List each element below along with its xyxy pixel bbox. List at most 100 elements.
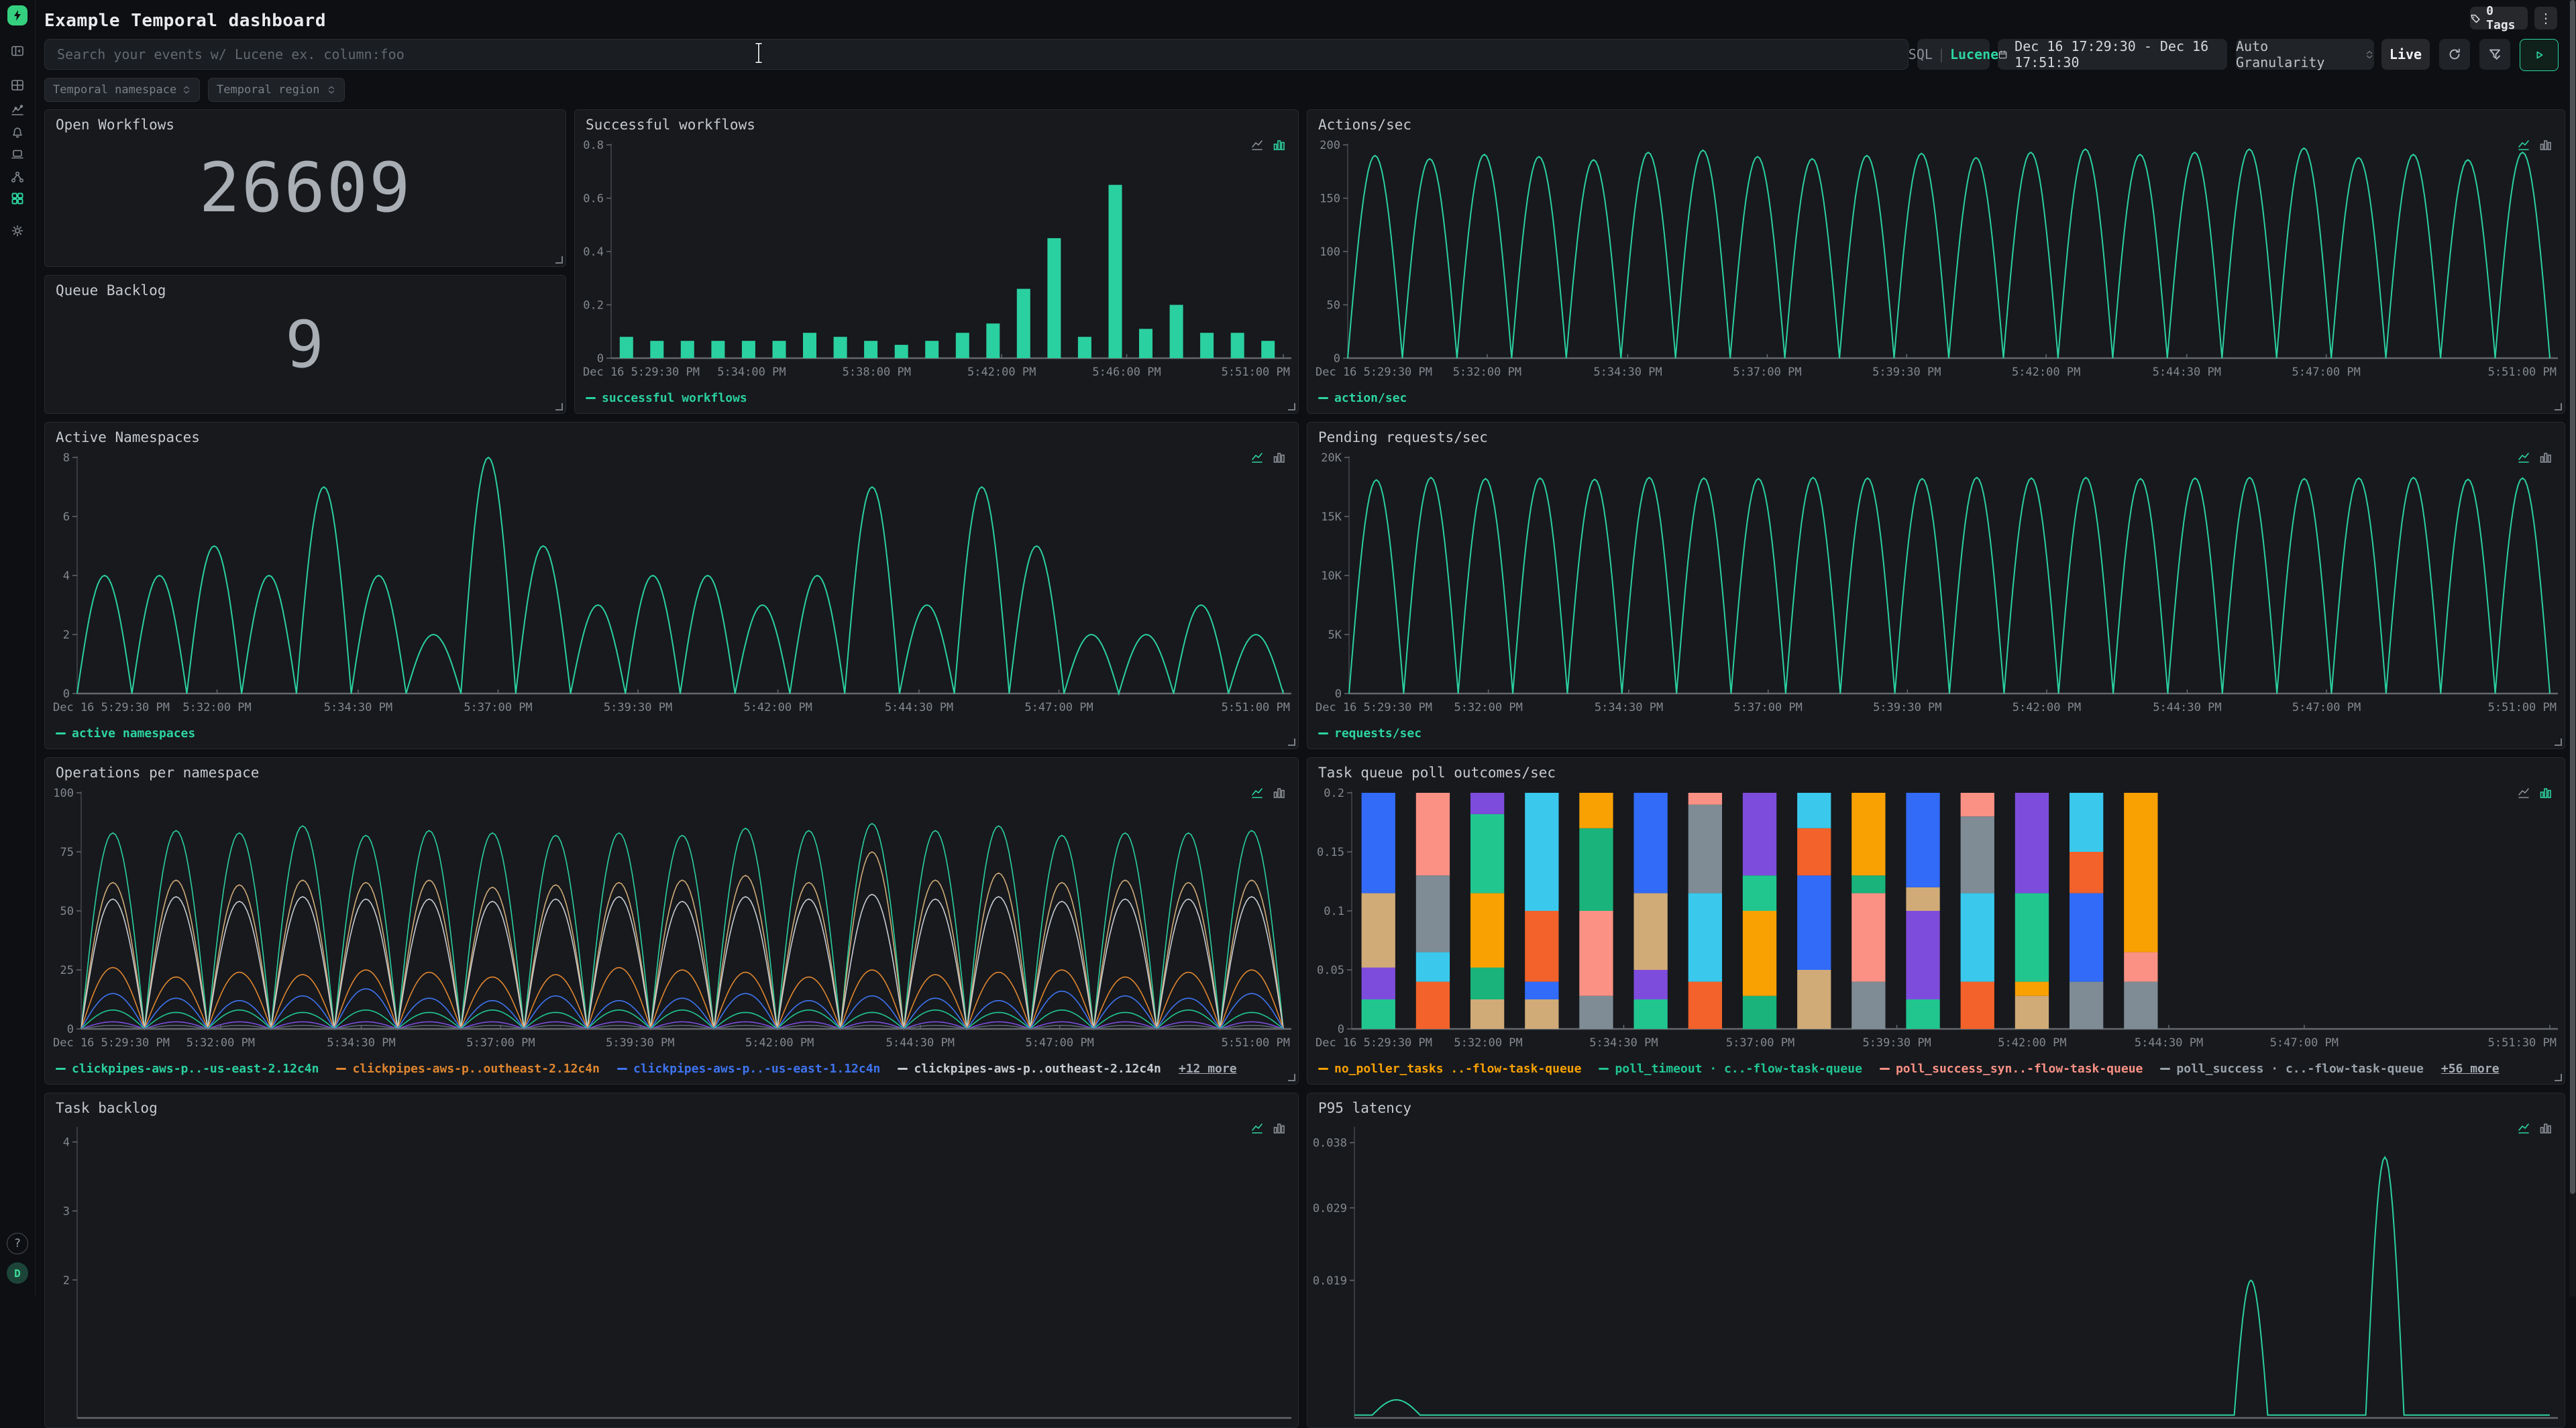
svg-text:5K: 5K — [1328, 628, 1342, 642]
line-chart-toggle-icon[interactable] — [1251, 138, 1265, 152]
scrollbar-thumb[interactable] — [2570, 0, 2575, 1194]
task-queue-poll-outcomes-chart[interactable]: 00.050.10.150.2Dec 16 5:29:30 PM5:32:00 … — [1313, 785, 2559, 1053]
legend-item[interactable]: poll_success · c..-flow-task-queue — [2160, 1062, 2423, 1076]
chart-legend[interactable]: no_poller_tasks ..-flow-task-queue poll_t… — [1318, 1058, 2500, 1079]
legend-item[interactable]: active namespaces — [56, 726, 195, 740]
chart-legend[interactable]: clickpipes-aws-p..-us-east-2.12c4n clickp… — [56, 1058, 1237, 1079]
app-logo[interactable] — [7, 5, 28, 25]
chart-legend[interactable]: requests/sec — [1318, 723, 1421, 743]
svg-text:5:42:00 PM: 5:42:00 PM — [745, 1036, 814, 1050]
legend-item[interactable]: poll_success_syn..-flow-task-queue — [1880, 1062, 2143, 1076]
tags-button[interactable]: 0 Tags — [2470, 7, 2528, 30]
svg-text:5:34:30 PM: 5:34:30 PM — [327, 1036, 395, 1050]
panel-open-workflows[interactable]: Open Workflows 26609 — [44, 109, 566, 267]
time-range-picker[interactable]: Dec 16 17:29:30 - Dec 16 17:51:30 — [1998, 39, 2227, 70]
panel-task-queue-poll-outcomes[interactable]: Task queue poll outcomes/sec 00.050.10.1… — [1307, 757, 2565, 1085]
sidebar-item-alerts-icon[interactable] — [8, 123, 27, 142]
pending-requests-chart[interactable]: 05K10K15K20KDec 16 5:29:30 PM5:32:00 PM5… — [1313, 449, 2559, 718]
panel-actions-sec[interactable]: Actions/sec 050100150200Dec 16 5:29:30 P… — [1307, 109, 2565, 414]
resize-handle[interactable] — [555, 403, 563, 410]
page-scrollbar[interactable] — [2569, 0, 2576, 1297]
legend-more-link[interactable]: +56 more — [2441, 1062, 2500, 1076]
bar-chart-toggle-icon[interactable] — [1273, 786, 1286, 800]
task-backlog-chart[interactable]: 234 — [50, 1120, 1293, 1425]
legend-item[interactable]: clickpipes-aws-p..-us-east-1.12c4n — [617, 1062, 880, 1076]
successful-workflows-chart[interactable]: 00.20.40.60.8Dec 16 5:29:30 PM5:34:00 PM… — [580, 137, 1293, 382]
line-chart-toggle-icon[interactable] — [1251, 451, 1265, 464]
sidebar-item-settings-icon[interactable] — [8, 221, 27, 240]
svg-text:4: 4 — [63, 569, 70, 583]
panel-successful-workflows[interactable]: Successful workflows 00.20.40.60.8Dec 16… — [574, 109, 1299, 414]
resize-handle[interactable] — [1288, 1074, 1295, 1081]
line-chart-toggle-icon[interactable] — [2518, 786, 2531, 800]
granularity-select[interactable]: Auto Granularity — [2236, 39, 2374, 70]
line-chart-toggle-icon[interactable] — [2518, 451, 2531, 464]
panel-active-namespaces[interactable]: Active Namespaces 02468Dec 16 5:29:30 PM… — [44, 422, 1299, 749]
p95-latency-chart[interactable]: 0.0190.0290.038 — [1313, 1120, 2559, 1425]
sidebar-item-dashboards-icon[interactable] — [8, 189, 27, 208]
search-input[interactable] — [44, 39, 1909, 70]
legend-item[interactable]: action/sec — [1318, 391, 1407, 405]
line-chart-toggle-icon[interactable] — [1251, 786, 1265, 800]
legend-item[interactable]: clickpipes-aws-p..outheast-2.12c4n — [336, 1062, 599, 1076]
actions-sec-chart[interactable]: 050100150200Dec 16 5:29:30 PM5:32:00 PM5… — [1313, 137, 2559, 382]
legend-label: successful workflows — [602, 391, 747, 405]
bar-chart-toggle-icon[interactable] — [2539, 451, 2553, 464]
resize-handle[interactable] — [2555, 1074, 2562, 1081]
legend-item[interactable]: no_poller_tasks ..-flow-task-queue — [1318, 1062, 1581, 1076]
svg-text:5:44:30 PM: 5:44:30 PM — [2153, 701, 2221, 714]
user-avatar[interactable]: D — [7, 1262, 28, 1284]
line-chart-toggle-icon[interactable] — [2518, 138, 2531, 152]
chart-legend[interactable]: active namespaces — [56, 723, 195, 743]
legend-label: action/sec — [1334, 391, 1407, 405]
legend-item[interactable]: requests/sec — [1318, 726, 1421, 740]
bar-chart-toggle-icon[interactable] — [2539, 138, 2553, 152]
resize-handle[interactable] — [1288, 738, 1295, 746]
panel-pending-requests[interactable]: Pending requests/sec 05K10K15K20KDec 16 … — [1307, 422, 2565, 749]
chart-legend[interactable]: successful workflows — [586, 388, 747, 408]
lucene-option[interactable]: Lucene — [1950, 46, 1998, 62]
sidebar-collapse-icon[interactable] — [8, 42, 27, 60]
sidebar-item-clients-icon[interactable] — [8, 145, 27, 164]
bar-chart-toggle-icon[interactable] — [2539, 1121, 2553, 1135]
panel-operations-per-namespace[interactable]: Operations per namespace 0255075100Dec 1… — [44, 757, 1299, 1085]
line-chart-toggle-icon[interactable] — [2518, 1121, 2531, 1135]
query-language-toggle[interactable]: SQL | Lucene — [1917, 39, 1990, 70]
sql-option[interactable]: SQL — [1909, 46, 1933, 62]
bar-chart-toggle-icon[interactable] — [1273, 1121, 1286, 1135]
panel-p95-latency[interactable]: P95 latency 0.0190.0290.038 — [1307, 1093, 2565, 1428]
resize-handle[interactable] — [2555, 738, 2562, 746]
help-button[interactable]: ? — [7, 1233, 28, 1254]
svg-text:100: 100 — [53, 787, 74, 800]
region-filter-select[interactable]: Temporal region — [208, 78, 345, 102]
refresh-button[interactable] — [2439, 39, 2470, 70]
legend-more-link[interactable]: +12 more — [1179, 1062, 1237, 1076]
legend-item[interactable]: clickpipes-aws-p..-us-east-2.12c4n — [56, 1062, 319, 1076]
panel-task-backlog[interactable]: Task backlog 234 — [44, 1093, 1299, 1428]
namespace-filter-select[interactable]: Temporal namespace — [44, 78, 200, 102]
bar-chart-toggle-icon[interactable] — [1273, 138, 1286, 152]
legend-item[interactable]: poll_timeout · c..-flow-task-queue — [1599, 1062, 1862, 1076]
live-button[interactable]: Live — [2381, 39, 2430, 70]
filter-edit-button[interactable] — [2479, 39, 2510, 70]
bar-chart-toggle-icon[interactable] — [2539, 786, 2553, 800]
active-namespaces-chart[interactable]: 02468Dec 16 5:29:30 PM5:32:00 PM5:34:30 … — [50, 449, 1293, 718]
resize-handle[interactable] — [2555, 403, 2562, 410]
resize-handle[interactable] — [555, 256, 563, 264]
sidebar-item-grid-icon[interactable] — [8, 76, 27, 95]
svg-text:0.4: 0.4 — [583, 245, 604, 259]
legend-item[interactable]: clickpipes-aws-p..outheast-2.12c4n — [898, 1062, 1161, 1076]
sidebar-item-chart-explorer-icon[interactable] — [8, 101, 27, 119]
sidebar-item-services-icon[interactable] — [8, 168, 27, 186]
svg-text:0.038: 0.038 — [1313, 1137, 1347, 1150]
operations-per-namespace-chart[interactable]: 0255075100Dec 16 5:29:30 PM5:32:00 PM5:3… — [50, 785, 1293, 1053]
legend-item[interactable]: successful workflows — [586, 391, 747, 405]
run-query-button[interactable] — [2520, 39, 2559, 71]
resize-handle[interactable] — [1288, 403, 1295, 410]
svg-text:5:51:00 PM: 5:51:00 PM — [1222, 701, 1290, 714]
chart-legend[interactable]: action/sec — [1318, 388, 1407, 408]
bar-chart-toggle-icon[interactable] — [1273, 451, 1286, 464]
more-menu-button[interactable]: ⋮ — [2534, 7, 2557, 30]
panel-queue-backlog[interactable]: Queue Backlog 9 — [44, 275, 566, 414]
line-chart-toggle-icon[interactable] — [1251, 1121, 1265, 1135]
